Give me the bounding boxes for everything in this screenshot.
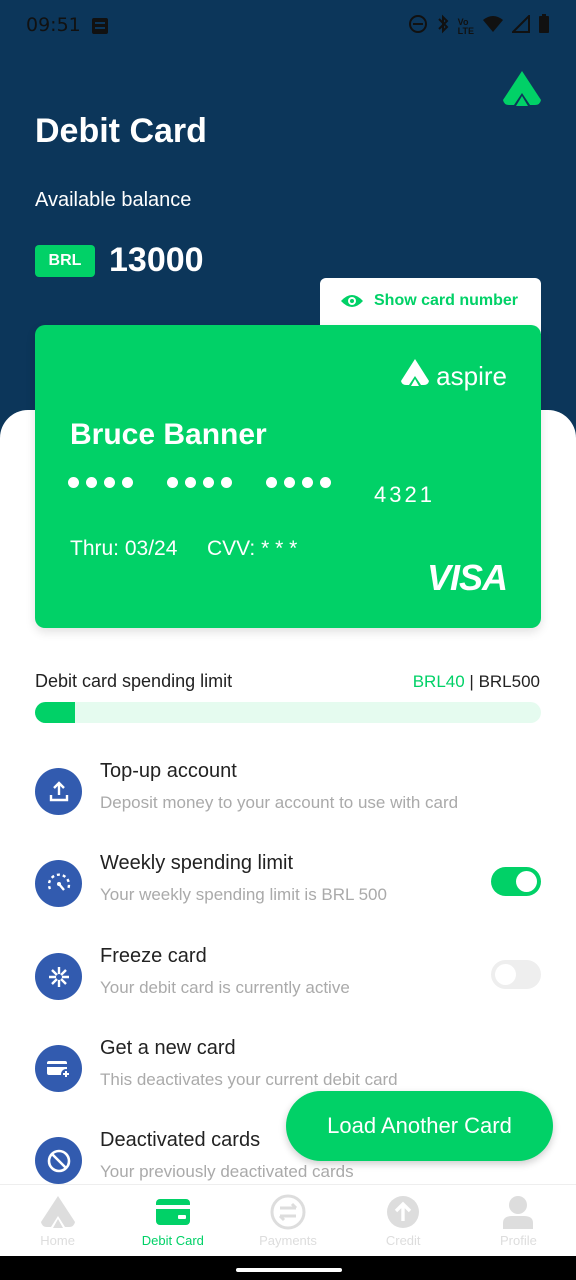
spending-limit-label: Debit card spending limit (35, 671, 233, 691)
spending-limit-values: BRL40 | BRL500 (413, 672, 540, 692)
nav-label: Credit (385, 1233, 421, 1248)
block-icon (35, 1137, 82, 1184)
nav-label: Home (40, 1233, 75, 1248)
profile-icon (500, 1195, 536, 1229)
menu-item-freeze[interactable]: Freeze card Your debit card is currently… (35, 945, 541, 1015)
dnd-icon (408, 14, 428, 39)
menu-item-title: Top-up account (100, 760, 237, 782)
card-brand: aspire (400, 358, 507, 395)
speedometer-icon (35, 860, 82, 907)
balance-label: Available balance (35, 189, 192, 211)
currency-badge: BRL (35, 245, 95, 277)
bluetooth-icon (436, 14, 450, 39)
aspire-logo-icon (400, 358, 430, 395)
nav-item-debit-card[interactable]: Debit Card (115, 1185, 230, 1256)
menu-item-title: Freeze card (100, 945, 207, 967)
credit-icon (385, 1195, 421, 1229)
freeze-card-toggle[interactable] (491, 960, 541, 989)
menu-item-topup[interactable]: Top-up account Deposit money to your acc… (35, 760, 541, 830)
menu-item-subtitle: Your weekly spending limit is BRL 500 (100, 885, 387, 904)
nav-item-payments[interactable]: Payments (230, 1185, 345, 1256)
volte-icon: Vo LTE (457, 16, 474, 36)
menu-item-title: Deactivated cards (100, 1129, 261, 1151)
load-another-card-button[interactable]: Load Another Card (286, 1091, 553, 1161)
card-expiry: Thru: 03/24 (70, 537, 178, 560)
balance-amount: 13000 (109, 241, 204, 279)
card-holder-name: Bruce Banner (70, 418, 267, 451)
menu-item-subtitle: Your previously deactivated cards (100, 1162, 354, 1181)
notification-icon (90, 16, 110, 41)
weekly-limit-toggle[interactable] (491, 867, 541, 896)
spending-limit-spent: BRL40 (412, 672, 465, 691)
battery-icon (538, 14, 550, 39)
card-icon (155, 1195, 191, 1229)
menu-item-subtitle: This deactivates your current debit card (100, 1070, 398, 1089)
bottom-navigation: Home Debit Card Payments Credit Profile (0, 1184, 576, 1256)
spending-limit-progress-fill (35, 702, 76, 723)
menu-item-subtitle: Your debit card is currently active (100, 978, 350, 997)
card-last4: 4321 (374, 482, 435, 507)
payments-icon (270, 1194, 306, 1230)
card-brand-name: aspire (436, 361, 507, 391)
menu-item-subtitle: Deposit money to your account to use wit… (100, 793, 459, 812)
nav-item-credit[interactable]: Credit (346, 1185, 461, 1256)
upload-icon (35, 768, 82, 815)
status-time: 09:51 (26, 14, 81, 36)
spending-limit-max: BRL500 (478, 672, 540, 691)
aspire-logo-icon (502, 70, 542, 108)
menu-item-title: Get a new card (100, 1037, 236, 1059)
wifi-icon (482, 15, 504, 38)
nav-item-home[interactable]: Home (0, 1185, 115, 1256)
nav-label: Profile (499, 1233, 537, 1248)
show-card-number-label: Show card number (374, 292, 519, 309)
masked-card-number (68, 477, 331, 488)
card-cvv: CVV: * * * (207, 537, 298, 560)
toggle-knob (516, 871, 537, 892)
spending-limit-separator: | (464, 672, 479, 691)
menu-item-title: Weekly spending limit (100, 852, 294, 874)
snowflake-icon (35, 953, 82, 1000)
spending-limit-progress (35, 702, 541, 723)
debit-card[interactable]: aspire Bruce Banner 4321 Thru: 03/24 CVV… (35, 325, 541, 628)
nav-item-profile[interactable]: Profile (461, 1185, 576, 1256)
page-title: Debit Card (35, 112, 207, 150)
eye-icon (340, 292, 364, 315)
menu-item-weekly-limit[interactable]: Weekly spending limit Your weekly spendi… (35, 852, 541, 922)
home-gesture-handle[interactable] (236, 1268, 342, 1272)
card-network-logo: VISA (426, 557, 508, 598)
signal-icon (510, 13, 530, 38)
status-icons: Vo LTE (408, 13, 550, 39)
nav-label: Payments (259, 1233, 317, 1248)
new-card-icon (35, 1045, 82, 1092)
nav-label: Debit Card (141, 1233, 204, 1248)
toggle-knob (495, 964, 516, 985)
home-logo-icon (40, 1195, 76, 1229)
